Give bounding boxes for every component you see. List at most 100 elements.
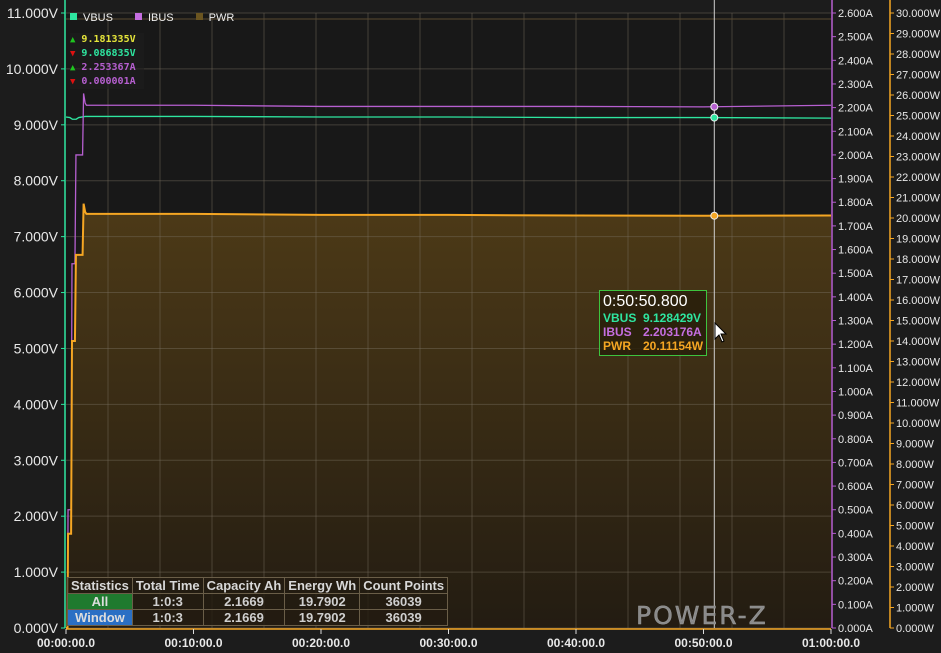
power-tick-label: 3.000W <box>896 562 935 574</box>
legend-pwr[interactable]: PWR <box>195 12 234 24</box>
tooltip-pwr: PWR 20.11154W <box>603 339 704 353</box>
time-tick-label: 00:00:00.0 <box>37 636 95 650</box>
triangle-down-icon: ▼ <box>70 77 76 87</box>
triangle-down-icon: ▼ <box>70 49 76 59</box>
current-tick-label: 0.400A <box>838 528 874 540</box>
power-tick-label: 10.000W <box>896 418 941 430</box>
current-tick-label: 0.300A <box>838 552 874 564</box>
power-tick-label: 7.000W <box>896 480 935 492</box>
voltage-tick-label: 9.000V <box>14 117 59 133</box>
voltage-tick-label: 8.000V <box>14 173 59 189</box>
power-tick-label: 11.000W <box>896 398 940 410</box>
current-tick-label: 0.500A <box>838 505 874 517</box>
time-tick-label: 00:30:00.0 <box>419 636 477 650</box>
power-tick-label: 24.000W <box>896 131 941 143</box>
voltage-tick-label: 3.000V <box>14 452 59 468</box>
cursor-marker-pwr <box>710 211 719 220</box>
legend: VBUS IBUS PWR <box>70 12 234 24</box>
triangle-up-icon: ▲ <box>70 63 76 73</box>
legend-vbus[interactable]: VBUS <box>70 12 113 24</box>
current-tick-label: 0.600A <box>838 481 874 493</box>
tooltip-time: 0:50:50.800 <box>603 293 688 310</box>
stats-window-button[interactable]: Window <box>67 609 133 626</box>
mouse-pointer-icon <box>714 322 728 343</box>
power-tick-label: 28.000W <box>896 49 941 61</box>
power-tick-label: 4.000W <box>896 541 935 553</box>
current-tick-label: 0.900A <box>838 410 874 422</box>
power-tick-label: 27.000W <box>896 70 941 82</box>
min-max-panel: ▲ 9.181335V ▼ 9.086835V ▲ 2.253367A ▼ 0.0000… <box>70 33 144 89</box>
ibus-min: ▼ 0.000001A <box>70 76 136 87</box>
power-tick-label: 20.000W <box>896 213 941 225</box>
stats-cell: 1:0:3 <box>131 593 204 610</box>
vbus-swatch <box>70 13 77 20</box>
current-tick-label: 1.900A <box>838 174 874 186</box>
power-tick-label: 5.000W <box>896 521 935 533</box>
power-tick-label: 0.000W <box>896 623 935 635</box>
time-tick-label: 00:20:00.0 <box>292 636 350 650</box>
stats-all-button[interactable]: All <box>67 593 133 610</box>
power-tick-label: 23.000W <box>896 152 941 164</box>
chart[interactable]: 0.000V 1.000V 2.000V 3.000V 4.000V 5.000V 6.00… <box>0 0 941 653</box>
legend-ibus[interactable]: IBUS <box>134 12 174 24</box>
stats-cell: 2.1669 <box>202 609 286 626</box>
voltage-tick-label: 4.000V <box>14 396 59 412</box>
power-tick-label: 25.000W <box>896 111 941 123</box>
stats-header: Total Time <box>131 577 204 594</box>
power-tick-label: 2.000W <box>896 582 935 594</box>
current-tick-label: 1.700A <box>838 221 874 233</box>
stats-cell: 2.1669 <box>202 593 286 610</box>
current-tick-label: 2.600A <box>838 8 874 20</box>
current-tick-label: 2.200A <box>838 103 874 115</box>
current-tick-label: 1.600A <box>838 245 874 257</box>
current-tick-label: 0.700A <box>838 457 874 469</box>
power-tick-label: 16.000W <box>896 295 941 307</box>
current-tick-label: 2.000A <box>838 150 874 162</box>
stats-cell: 36039 <box>359 609 449 626</box>
power-tick-label: 29.000W <box>896 29 941 41</box>
cursor-tooltip: 0:50:50.800 VBUS 9.128429V IBUS 2.203176A … <box>599 290 708 356</box>
power-tick-label: 13.000W <box>896 357 941 369</box>
voltage-tick-label: 0.000V <box>14 620 59 636</box>
power-tick-label: 8.000W <box>896 459 935 471</box>
triangle-up-icon: ▲ <box>70 35 76 45</box>
power-tick-label: 14.000W <box>896 336 941 348</box>
power-tick-label: 6.000W <box>896 500 935 512</box>
power-tick-label: 21.000W <box>896 193 941 205</box>
current-tick-label: 0.100A <box>838 599 874 611</box>
ibus-swatch <box>134 13 142 20</box>
power-z-logo: POWER-Z <box>636 601 768 631</box>
voltage-tick-label: 10.000V <box>6 61 59 77</box>
current-tick-label: 1.100A <box>838 363 874 375</box>
current-tick-label: 1.500A <box>838 268 874 280</box>
voltage-tick-label: 6.000V <box>14 285 59 301</box>
stats-header: Capacity Ah <box>202 577 286 594</box>
voltage-tick-label: 7.000V <box>14 229 59 245</box>
current-tick-label: 1.400A <box>838 292 874 304</box>
current-tick-label: 0.200A <box>838 576 874 588</box>
stats-header: Energy Wh <box>284 577 361 594</box>
power-tick-label: 26.000W <box>896 90 941 102</box>
stats-cell: 1:0:3 <box>131 609 204 626</box>
time-tick-label: 01:00:00.0 <box>802 636 860 650</box>
time-tick-label: 00:10:00.0 <box>164 636 222 650</box>
voltage-tick-label: 11.000V <box>7 5 59 21</box>
current-tick-label: 1.800A <box>838 197 874 209</box>
power-tick-label: 1.000W <box>896 603 935 615</box>
pwr-area-fill <box>66 203 831 628</box>
voltage-tick-label: 1.000V <box>14 564 59 580</box>
stats-cell: 19.7902 <box>284 609 361 626</box>
power-tick-label: 15.000W <box>896 316 941 328</box>
current-tick-label: 1.000A <box>838 386 874 398</box>
tooltip-ibus: IBUS 2.203176A <box>603 325 702 339</box>
stats-cell: 19.7902 <box>284 593 361 610</box>
current-tick-label: 0.000A <box>838 623 874 635</box>
stats-row-window: Window 1:0:3 2.1669 19.7902 36039 <box>67 609 449 626</box>
power-tick-label: 17.000W <box>896 275 941 287</box>
power-tick-label: 30.000W <box>896 8 941 20</box>
stats-cell: 36039 <box>359 593 449 610</box>
pwr-swatch <box>195 13 203 20</box>
vbus-max: ▲ 9.181335V <box>70 34 136 45</box>
stats-header-row: Statistics Total Time Capacity Ah Energy… <box>67 577 449 594</box>
power-tick-label: 12.000W <box>896 377 941 389</box>
